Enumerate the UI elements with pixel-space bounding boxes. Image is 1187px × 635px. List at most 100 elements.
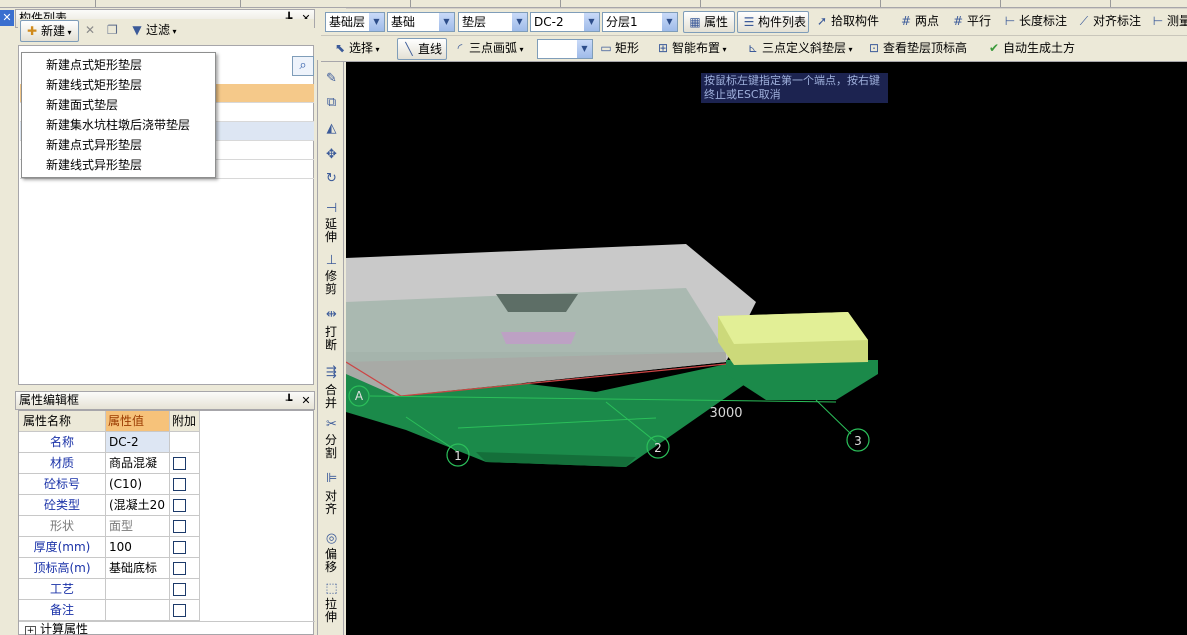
tool-stretch[interactable]: 拉伸 — [324, 598, 338, 624]
line-button[interactable]: ╲ 直线 — [397, 38, 447, 60]
copy-icon[interactable]: ❐ — [103, 20, 123, 42]
tool-merge[interactable]: 合并 — [324, 384, 338, 410]
attach-checkbox[interactable] — [173, 499, 186, 512]
header-prop-value: 属性值 — [106, 411, 170, 432]
tool-split[interactable]: 分割 — [324, 434, 338, 460]
align-dim-button[interactable]: ⟋ 对齐标注 — [1073, 11, 1145, 33]
trim-icon[interactable]: ⊥ — [323, 252, 340, 269]
property-panel-title: 属性编辑框 — [19, 393, 80, 407]
menu-item-new-line-rect[interactable]: 新建线式矩形垫层 — [22, 75, 215, 95]
copy-shapes-icon[interactable]: ⧉ — [323, 94, 340, 111]
chevron-down-icon: ▼ — [369, 13, 384, 31]
menu-item-new-point-irregular[interactable]: 新建点式异形垫层 — [22, 135, 215, 155]
expand-icon[interactable]: + — [25, 626, 36, 635]
split-icon[interactable]: ✂ — [323, 416, 340, 433]
prop-name: 备注 — [19, 600, 106, 621]
search-icon[interactable]: ⌕ — [292, 56, 314, 76]
view-icon: ⊡ — [868, 41, 880, 55]
prop-value[interactable]: 100 — [106, 537, 170, 558]
header-extra: 附加 — [170, 411, 200, 432]
menu-item-new-area[interactable]: 新建面式垫层 — [22, 95, 215, 115]
component-list-button[interactable]: ☰ 构件列表 — [737, 11, 809, 33]
tool-extend[interactable]: 延伸 — [324, 218, 338, 244]
menu-item-new-line-irregular[interactable]: 新建线式异形垫层 — [22, 155, 215, 175]
align-icon[interactable]: ⊫ — [323, 470, 340, 487]
merge-icon[interactable]: ⇶ — [323, 364, 340, 381]
delete-icon[interactable]: ✕ — [81, 20, 101, 42]
prop-value[interactable]: 面型 — [106, 516, 170, 537]
prop-value[interactable]: (混凝土20 — [106, 495, 170, 516]
pick-component-button[interactable]: ➚ 拾取构件 — [811, 11, 883, 33]
model-view: A 1 2 3 3000 — [345, 244, 878, 467]
tool-offset[interactable]: 偏移 — [324, 548, 338, 574]
filter-button[interactable]: ▼ 过滤 ▾ — [126, 20, 186, 42]
tool-break[interactable]: 打断 — [324, 326, 338, 352]
prop-value[interactable]: DC-2 — [106, 432, 170, 453]
dimension-text: 3000 — [709, 406, 742, 421]
pick-icon: ➚ — [816, 14, 828, 28]
chevron-down-icon: ▼ — [584, 13, 599, 31]
axis-icon: # — [900, 14, 912, 28]
yellow-block-top — [718, 312, 868, 344]
length-dim-button[interactable]: ⊢ 长度标注 — [999, 11, 1071, 33]
menu-item-new-point-rect[interactable]: 新建点式矩形垫层 — [22, 55, 215, 75]
attach-checkbox[interactable] — [173, 457, 186, 470]
drawing-canvas[interactable]: A 1 2 3 3000 按鼠标左键指定第一个端点，按右键终止或ESC取消 — [345, 62, 1187, 635]
properties-button[interactable]: ▦ 属性 — [683, 11, 735, 33]
offset-icon[interactable]: ◎ — [323, 530, 340, 547]
floor-select[interactable]: 基础层 ▼ — [325, 12, 385, 32]
parallel-button[interactable]: # 平行 — [947, 11, 997, 33]
menu-item-new-pit-pad[interactable]: 新建集水坑柱墩后浇带垫层 — [22, 115, 215, 135]
measure-icon: ⊢ — [1152, 14, 1164, 28]
smart-place-button[interactable]: ⊞ 智能布置 ▾ — [652, 38, 736, 60]
attach-checkbox[interactable] — [173, 604, 186, 617]
component-toolbar: ✚ 新建 ▾ ✕ ❐ ▼ 过滤 ▾ — [18, 19, 314, 43]
attach-checkbox[interactable] — [173, 520, 186, 533]
move-icon[interactable]: ✥ — [323, 146, 340, 163]
prop-extra-cell — [170, 579, 200, 600]
break-icon[interactable]: ⇹ — [323, 306, 340, 323]
view-top-elevation-button[interactable]: ⊡ 查看垫层顶标高 — [863, 38, 975, 60]
line-icon: ╲ — [405, 42, 413, 56]
prop-value[interactable] — [106, 600, 170, 621]
prop-value[interactable]: (C10) — [106, 474, 170, 495]
close-icon[interactable]: ✕ — [0, 10, 14, 26]
attach-checkbox[interactable] — [173, 562, 186, 575]
component-select[interactable]: DC-2 ▼ — [530, 12, 600, 32]
three-point-slope-button[interactable]: ⊾ 三点定义斜垫层 ▾ — [742, 38, 860, 60]
prop-value[interactable]: 商品混凝 — [106, 453, 170, 474]
filter-icon: ▼ — [132, 23, 142, 37]
select-button[interactable]: ⬉ 选择 ▾ — [329, 38, 391, 60]
prop-value[interactable] — [106, 579, 170, 600]
tool-align[interactable]: 对齐 — [324, 490, 338, 516]
property-grid: 属性名称 属性值 附加 名称 DC-2 材质 商品混凝 砼标号 (C10) 砼类型 (混凝土2… — [18, 410, 315, 635]
toolbar-row-2: ⬉ 选择 ▾ ╲ 直线 ◜ 三点画弧 ▾ ▼ ▭ 矩形 ⊞ 智能布置 ▾ ⊾ 三点定义斜垫层… — [321, 36, 1187, 62]
rect-button[interactable]: ▭ 矩形 — [595, 38, 647, 60]
stretch-icon[interactable]: ⬚ — [323, 580, 340, 597]
category-select[interactable]: 基础 ▼ — [387, 12, 455, 32]
extend-icon[interactable]: ⊣ — [323, 200, 340, 217]
layer-select[interactable]: 分层1 ▼ — [602, 12, 678, 32]
tool-trim[interactable]: 修剪 — [324, 270, 338, 296]
auto-earthwork-button[interactable]: ✔ 自动生成土方 — [983, 38, 1083, 60]
prop-name: 工艺 — [19, 579, 106, 600]
attach-checkbox[interactable] — [173, 541, 186, 554]
rotate-icon[interactable]: ↻ — [323, 170, 340, 187]
prop-extra-cell — [170, 432, 200, 453]
mirror-icon[interactable]: ◭ — [323, 120, 340, 137]
calc-group-row[interactable]: + 计算属性 — [19, 621, 315, 635]
type-select[interactable]: 垫层 ▼ — [458, 12, 528, 32]
attach-checkbox[interactable] — [173, 583, 186, 596]
attach-checkbox[interactable] — [173, 478, 186, 491]
panel-close-icon[interactable]: ✕ — [299, 392, 313, 409]
pen-icon[interactable]: ✎ — [323, 70, 340, 87]
prop-extra-cell — [170, 474, 200, 495]
prop-value[interactable]: 基础底标 — [106, 558, 170, 579]
pin-icon[interactable]: ┺ — [282, 392, 296, 409]
axis-label-2: 2 — [654, 441, 662, 455]
measure-button[interactable]: ⊢ 测量 — [1147, 11, 1187, 33]
new-button[interactable]: ✚ 新建 ▾ — [20, 20, 79, 42]
arc-button[interactable]: ◜ 三点画弧 ▾ — [449, 38, 533, 60]
two-points-button[interactable]: # 两点 — [895, 11, 945, 33]
arc-option-select[interactable]: ▼ — [537, 39, 593, 59]
